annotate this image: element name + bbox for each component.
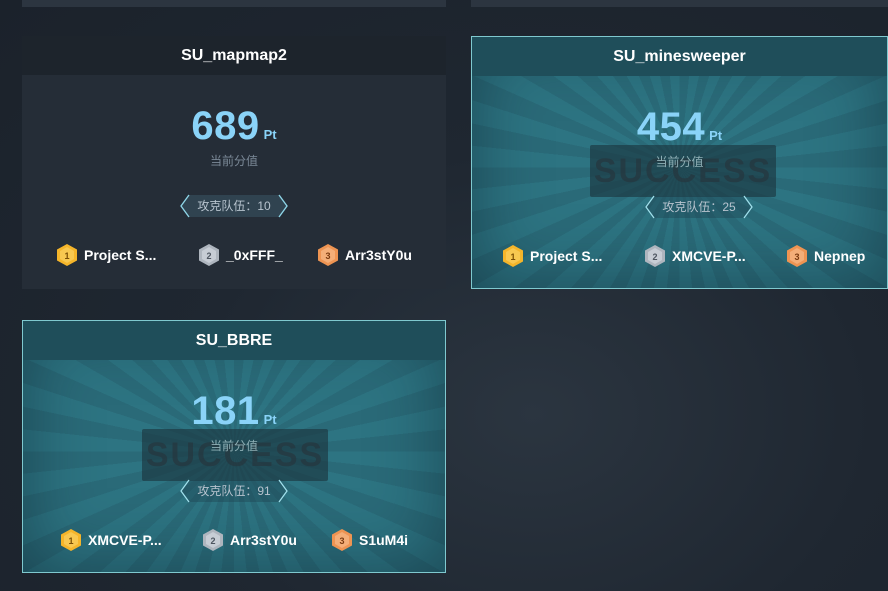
score-display: 689 Pt	[22, 104, 446, 149]
rank-2: 2 XMCVE-P...	[644, 244, 746, 268]
solved-teams-count: 攻克队伍：25	[662, 200, 736, 214]
svg-text:2: 2	[210, 536, 215, 546]
challenge-card-su-minesweeper[interactable]: SU_minesweeper SUCCESS 454 Pt 当前分值 攻克队伍：2…	[471, 36, 888, 289]
svg-text:1: 1	[64, 251, 69, 261]
team-name: Arr3stY0u	[345, 247, 412, 263]
rank-2: 2 Arr3stY0u	[202, 528, 297, 552]
svg-text:2: 2	[206, 251, 211, 261]
svg-text:3: 3	[325, 251, 330, 261]
team-name: XMCVE-P...	[88, 532, 162, 548]
rank-1: 1 Project S...	[502, 244, 602, 268]
score-unit: Pt	[263, 127, 277, 142]
previous-card-bottom-right	[471, 0, 888, 7]
gold-medal-icon: 1	[61, 529, 81, 551]
team-name: Nepnep	[814, 248, 866, 264]
team-name: Arr3stY0u	[230, 532, 297, 548]
team-name: XMCVE-P...	[672, 248, 746, 264]
rank-2: 2 _0xFFF_	[198, 243, 283, 267]
score-display: 181 Pt	[23, 389, 445, 434]
score-caption: 当前分值	[209, 154, 258, 168]
gold-medal-icon: 1	[503, 245, 523, 267]
previous-card-bottom-left	[22, 0, 446, 7]
svg-text:2: 2	[652, 252, 657, 262]
score-caption: 当前分值	[655, 155, 704, 169]
silver-medal-icon: 2	[203, 529, 223, 551]
svg-text:3: 3	[794, 252, 799, 262]
rank-3: 3 S1uM4i	[331, 528, 408, 552]
silver-medal-icon: 2	[199, 244, 219, 266]
challenge-card-su-bbre[interactable]: SU_BBRE SUCCESS 181 Pt 当前分值 攻克队伍：91 1 XMC…	[22, 320, 446, 573]
gold-medal-icon: 1	[57, 244, 77, 266]
solved-teams-badge: 攻克队伍：91	[179, 479, 289, 503]
team-name: _0xFFF_	[226, 247, 283, 263]
svg-text:3: 3	[339, 536, 344, 546]
score-unit: Pt	[263, 412, 277, 427]
rank-3: 3 Nepnep	[786, 244, 865, 268]
team-name: S1uM4i	[359, 532, 409, 548]
score-display: 454 Pt	[472, 105, 887, 150]
svg-text:1: 1	[510, 252, 515, 262]
rank-3: 3 Arr3stY0u	[317, 243, 412, 267]
challenge-card-su-mapmap2[interactable]: SU_mapmap2 689 Pt 当前分值 攻克队伍：10 1 Project …	[22, 36, 446, 289]
challenge-title: SU_BBRE	[23, 321, 445, 360]
solved-teams-badge: 攻克队伍：10	[179, 194, 289, 218]
challenge-title: SU_mapmap2	[22, 36, 446, 75]
rank-1: 1 XMCVE-P...	[60, 528, 162, 552]
score-value: 181	[191, 389, 260, 433]
team-name: Project S...	[530, 248, 603, 264]
score-value: 689	[191, 104, 260, 148]
score-caption: 当前分值	[209, 439, 258, 453]
silver-medal-icon: 2	[645, 245, 665, 267]
score-value: 454	[636, 105, 706, 149]
solved-teams-count: 攻克队伍：91	[197, 484, 271, 498]
team-name: Project S...	[84, 247, 157, 263]
score-unit: Pt	[709, 128, 723, 143]
rank-1: 1 Project S...	[56, 243, 156, 267]
bronze-medal-icon: 3	[787, 245, 807, 267]
bronze-medal-icon: 3	[332, 529, 352, 551]
solved-teams-badge: 攻克队伍：25	[644, 195, 754, 219]
solved-teams-count: 攻克队伍：10	[197, 199, 271, 213]
svg-text:1: 1	[68, 536, 73, 546]
challenge-title: SU_minesweeper	[472, 37, 887, 76]
bronze-medal-icon: 3	[318, 244, 338, 266]
